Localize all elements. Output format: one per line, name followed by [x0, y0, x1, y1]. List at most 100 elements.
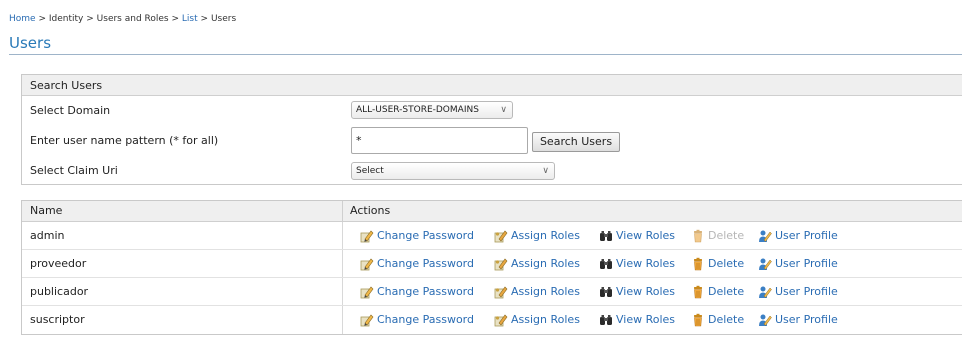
- user-profile-link[interactable]: User Profile: [758, 278, 838, 306]
- trash-icon: [691, 285, 708, 299]
- table-header: Name Actions: [22, 201, 962, 222]
- user-name-cell: proveedor: [22, 250, 343, 277]
- delete-link[interactable]: Delete: [691, 250, 744, 278]
- user-profile-icon: [758, 313, 775, 327]
- breadcrumb-separator: >: [200, 14, 209, 24]
- assign-roles-icon: [494, 229, 511, 243]
- breadcrumb-users-and-roles: Users and Roles: [96, 14, 169, 24]
- view-roles-label: View Roles: [616, 229, 676, 242]
- users-table: Name Actions admin Change Password Assign …: [21, 200, 962, 335]
- actions-cell: Change Password Assign Roles View Roles Del…: [343, 222, 962, 249]
- assign-roles-link[interactable]: Assign Roles: [494, 306, 580, 334]
- breadcrumb-list[interactable]: List: [182, 14, 198, 24]
- table-row: suscriptor Change Password Assign Roles Vie…: [22, 306, 962, 334]
- binoculars-icon: [599, 285, 616, 299]
- assign-roles-link[interactable]: Assign Roles: [494, 250, 580, 278]
- pencil-icon: [360, 257, 377, 271]
- breadcrumb: Home > Identity > Users and Roles > List…: [9, 14, 236, 24]
- breadcrumb-users: Users: [210, 14, 237, 24]
- domain-select[interactable]: ALL-USER-STORE-DOMAINS ∨: [351, 101, 513, 119]
- view-roles-label: View Roles: [616, 257, 676, 270]
- user-name-cell: suscriptor: [22, 306, 343, 334]
- username-pattern-row: Enter user name pattern (* for all) * Se…: [22, 126, 962, 156]
- assign-roles-label: Assign Roles: [511, 229, 580, 242]
- breadcrumb-separator: >: [86, 14, 94, 24]
- breadcrumb-home[interactable]: Home: [9, 14, 36, 24]
- column-header-name: Name: [22, 201, 343, 221]
- assign-roles-icon: [494, 285, 511, 299]
- assign-roles-icon: [494, 257, 511, 271]
- change-password-label: Change Password: [377, 285, 474, 298]
- search-users-button[interactable]: Search Users: [532, 132, 620, 152]
- search-users-panel: Search Users Select Domain ALL-USER-STOR…: [21, 74, 962, 185]
- actions-cell: Change Password Assign Roles View Roles Del…: [343, 278, 962, 305]
- view-roles-link[interactable]: View Roles: [599, 306, 675, 334]
- change-password-label: Change Password: [377, 313, 474, 326]
- page-title: Users: [9, 34, 52, 52]
- username-pattern-label: Enter user name pattern (* for all): [30, 134, 219, 147]
- assign-roles-link[interactable]: Assign Roles: [494, 278, 580, 306]
- column-header-actions: Actions: [350, 204, 391, 217]
- user-profile-link[interactable]: User Profile: [758, 306, 838, 334]
- assign-roles-icon: [494, 313, 511, 327]
- breadcrumb-separator: >: [171, 14, 180, 24]
- user-profile-icon: [758, 229, 775, 243]
- actions-cell: Change Password Assign Roles View Roles Del…: [343, 250, 962, 277]
- delete-link: Delete: [691, 222, 744, 250]
- change-password-link[interactable]: Change Password: [360, 306, 474, 334]
- breadcrumb-separator: >: [38, 14, 46, 24]
- user-profile-label: User Profile: [775, 313, 838, 326]
- user-profile-icon: [758, 257, 775, 271]
- pencil-icon: [360, 285, 377, 299]
- view-roles-link[interactable]: View Roles: [599, 222, 675, 250]
- view-roles-link[interactable]: View Roles: [599, 278, 675, 306]
- pencil-icon: [360, 313, 377, 327]
- search-users-header: Search Users: [22, 75, 962, 96]
- claim-uri-select[interactable]: Select ∨: [351, 162, 555, 180]
- change-password-link[interactable]: Change Password: [360, 278, 474, 306]
- trash-icon: [691, 257, 708, 271]
- assign-roles-link[interactable]: Assign Roles: [494, 222, 580, 250]
- chevron-down-icon: ∨: [500, 105, 507, 115]
- change-password-link[interactable]: Change Password: [360, 222, 474, 250]
- select-domain-label: Select Domain: [30, 104, 111, 117]
- view-roles-label: View Roles: [616, 313, 676, 326]
- table-row: publicador Change Password Assign Roles Vie…: [22, 278, 962, 306]
- delete-label: Delete: [708, 285, 745, 298]
- select-claim-row: Select Claim Uri Select ∨: [22, 156, 962, 186]
- username-pattern-input[interactable]: *: [351, 127, 528, 154]
- user-name-cell: publicador: [22, 278, 343, 305]
- user-profile-label: User Profile: [775, 257, 838, 270]
- view-roles-label: View Roles: [616, 285, 676, 298]
- assign-roles-label: Assign Roles: [511, 313, 580, 326]
- assign-roles-label: Assign Roles: [511, 257, 580, 270]
- binoculars-icon: [599, 313, 616, 327]
- select-domain-row: Select Domain ALL-USER-STORE-DOMAINS ∨: [22, 96, 962, 126]
- user-profile-label: User Profile: [775, 285, 838, 298]
- table-row: proveedor Change Password Assign Roles View…: [22, 250, 962, 278]
- delete-link[interactable]: Delete: [691, 306, 744, 334]
- trash-icon: [691, 313, 708, 327]
- delete-label: Delete: [708, 229, 745, 242]
- delete-link[interactable]: Delete: [691, 278, 744, 306]
- actions-cell: Change Password Assign Roles View Roles Del…: [343, 306, 962, 334]
- change-password-label: Change Password: [377, 229, 474, 242]
- trash-icon: [691, 229, 708, 243]
- chevron-down-icon: ∨: [542, 166, 549, 176]
- select-claim-label: Select Claim Uri: [30, 164, 118, 177]
- domain-select-value: ALL-USER-STORE-DOMAINS: [356, 105, 479, 115]
- title-divider: [9, 54, 962, 55]
- delete-label: Delete: [708, 257, 745, 270]
- user-profile-link[interactable]: User Profile: [758, 222, 838, 250]
- view-roles-link[interactable]: View Roles: [599, 250, 675, 278]
- user-profile-icon: [758, 285, 775, 299]
- user-profile-link[interactable]: User Profile: [758, 250, 838, 278]
- change-password-link[interactable]: Change Password: [360, 250, 474, 278]
- binoculars-icon: [599, 257, 616, 271]
- table-row: admin Change Password Assign Roles View Rol…: [22, 222, 962, 250]
- user-name-cell: admin: [22, 222, 343, 249]
- pencil-icon: [360, 229, 377, 243]
- user-profile-label: User Profile: [775, 229, 838, 242]
- delete-label: Delete: [708, 313, 745, 326]
- assign-roles-label: Assign Roles: [511, 285, 580, 298]
